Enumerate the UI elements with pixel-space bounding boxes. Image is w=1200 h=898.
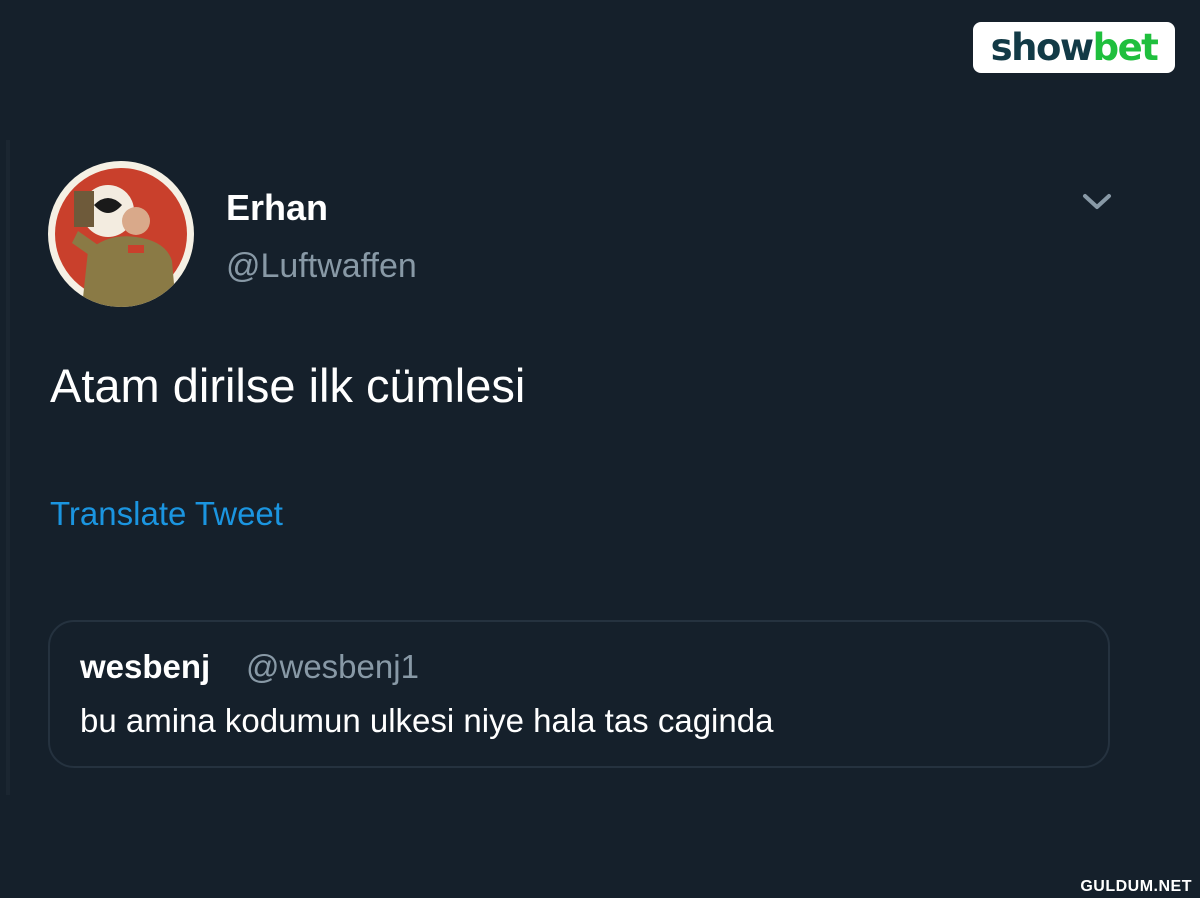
logo-text-show: show: [990, 26, 1094, 69]
showbet-logo: show bet: [973, 22, 1175, 73]
quoted-user-handle: @wesbenj1: [246, 648, 419, 685]
quoted-tweet-text: bu amina kodumun ulkesi niye hala tas ca…: [80, 702, 774, 739]
quoted-tweet-card[interactable]: wesbenj @wesbenj1 bu amina kodumun ulkes…: [48, 620, 1110, 768]
logo-text-bet: bet: [1092, 26, 1159, 69]
watermark: GULDUM.NET: [1080, 878, 1192, 895]
translate-tweet-link[interactable]: Translate Tweet: [50, 495, 283, 533]
thread-line: [6, 140, 10, 795]
chevron-down-icon[interactable]: [1080, 190, 1114, 214]
user-handle[interactable]: @Luftwaffen: [226, 247, 417, 286]
tweet-text: Atam dirilse ilk cümlesi: [50, 359, 526, 412]
avatar[interactable]: [48, 161, 194, 307]
display-name[interactable]: Erhan: [226, 187, 328, 229]
quoted-display-name: wesbenj: [80, 648, 211, 685]
